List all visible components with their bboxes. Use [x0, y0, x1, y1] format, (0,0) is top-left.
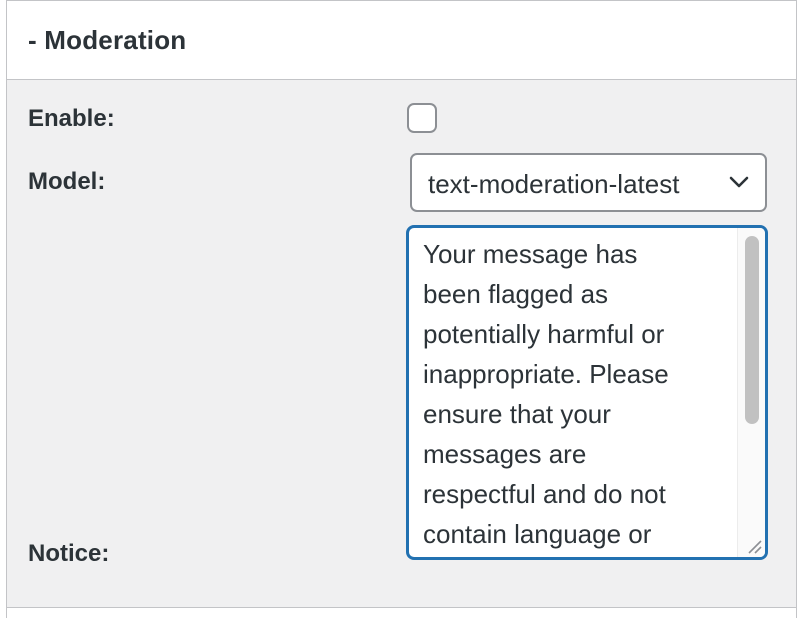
resize-grip-icon[interactable] [743, 535, 763, 555]
next-section-edge [7, 608, 796, 619]
enable-label: Enable: [28, 105, 115, 132]
notice-scrollbar-thumb[interactable] [745, 236, 759, 424]
panel-header: - Moderation [7, 1, 796, 80]
chevron-down-icon [729, 176, 749, 188]
model-select[interactable]: text-moderation-latest [410, 153, 767, 212]
enable-checkbox[interactable] [407, 103, 437, 133]
model-select-value: text-moderation-latest [428, 169, 680, 199]
section-toggle-title[interactable]: - Moderation [28, 25, 186, 56]
notice-scrollbar[interactable] [737, 228, 765, 557]
notice-label: Notice: [28, 540, 110, 567]
notice-textarea[interactable]: Your message has been flagged as potenti… [407, 226, 767, 559]
model-label: Model: [28, 168, 106, 195]
notice-text: Your message has been flagged as potenti… [423, 239, 669, 549]
moderation-panel: - Moderation Enable: Model: text-moderat… [6, 0, 797, 619]
